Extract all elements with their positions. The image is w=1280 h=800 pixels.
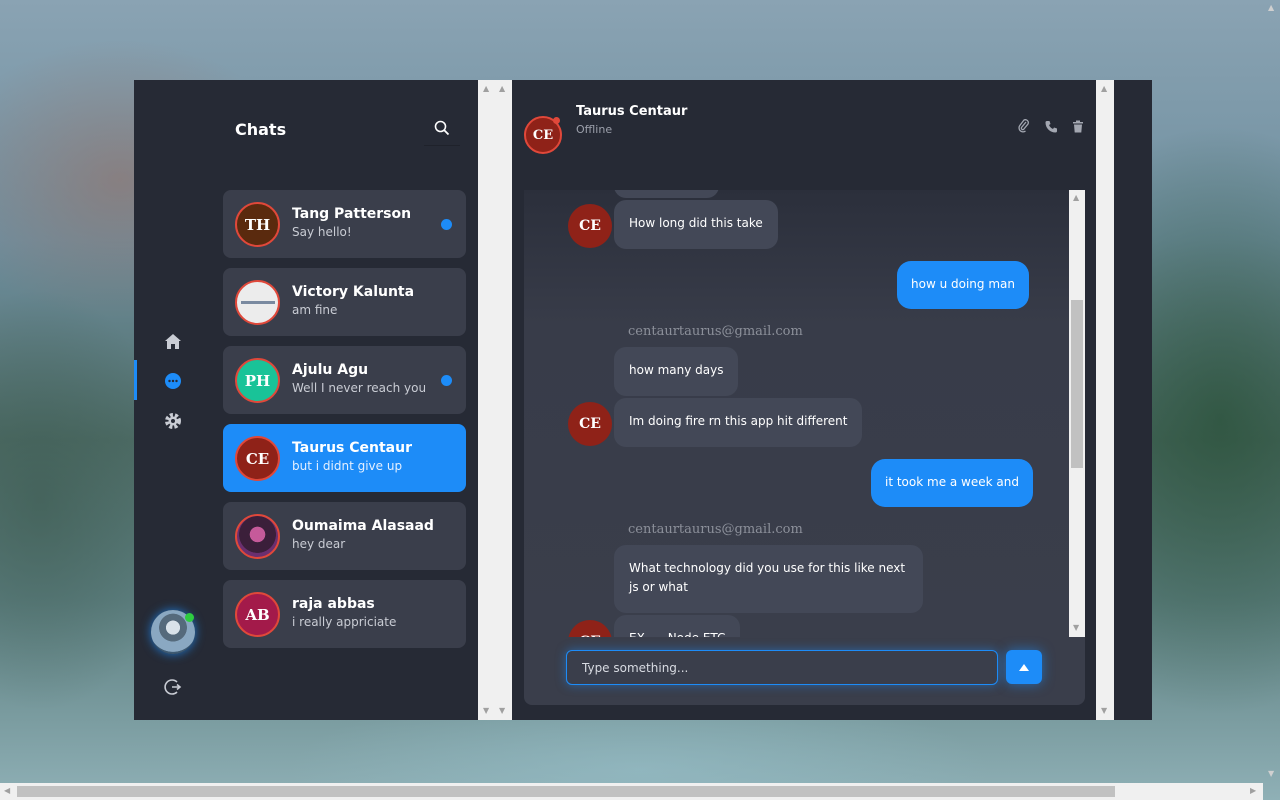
message-sender: centaurtaurus@gmail.com <box>628 522 803 537</box>
send-icon <box>1019 663 1029 671</box>
chat-item-preview: but i didnt give up <box>292 459 403 473</box>
nav-rail <box>134 80 212 720</box>
chat-item-name: Ajulu Agu <box>292 362 369 378</box>
message-bubble-partial <box>614 190 719 198</box>
chat-item-preview: am fine <box>292 303 338 317</box>
chat-item-victory-kalunta[interactable]: Victory Kalunta am fine <box>223 268 466 336</box>
chat-item-preview: hey dear <box>292 537 346 551</box>
message-bubble-incoming: EX..... Node ETC <box>614 615 741 637</box>
messages-scrollbar-thumb[interactable] <box>1071 300 1083 468</box>
message-bubble-outgoing: it took me a week and <box>871 459 1033 507</box>
chat-item-name: Taurus Centaur <box>292 440 412 456</box>
header-actions <box>1016 118 1086 134</box>
message-bubble-incoming: What technology did you use for this lik… <box>614 545 923 613</box>
avatar <box>235 280 280 325</box>
message-input[interactable] <box>566 650 998 685</box>
chat-item-name: Oumaima Alasaad <box>292 518 434 534</box>
online-status-dot <box>185 613 194 622</box>
logout-icon[interactable] <box>162 676 184 698</box>
chat-item-oumaima-alasaad[interactable]: Oumaima Alasaad hey dear <box>223 502 466 570</box>
chat-item-name: Victory Kalunta <box>292 284 415 300</box>
message-bubble-outgoing: how u doing man <box>897 261 1029 309</box>
message-bubble-incoming: how many days <box>614 347 739 396</box>
status-dot <box>553 117 560 124</box>
unread-dot <box>441 375 452 386</box>
nav-active-indicator <box>134 360 137 400</box>
chat-icon[interactable] <box>162 370 184 392</box>
chats-title: Chats <box>235 120 287 139</box>
chat-item-raja-abbas[interactable]: AB raja abbas i really appriciate <box>223 580 466 648</box>
unread-dot <box>441 219 452 230</box>
avatar: AB <box>235 592 280 637</box>
avatar: PH <box>235 358 280 403</box>
message-bubble-incoming: How long did this take <box>614 200 778 249</box>
messages-scrollbar[interactable]: ▲ ▼ <box>1069 190 1085 637</box>
paperclip-icon[interactable] <box>1016 118 1032 134</box>
home-icon[interactable] <box>162 330 184 352</box>
search-icon <box>434 120 450 135</box>
chats-scrollbar[interactable]: ▲ ▲ ▼ ▼ <box>478 80 512 720</box>
search-button[interactable] <box>424 110 460 146</box>
message-avatar: CE <box>568 402 612 446</box>
message-list[interactable]: CE How long did this take how u doing ma… <box>524 190 1069 637</box>
chat-item-preview: i really appriciate <box>292 615 397 629</box>
page-horizontal-scrollbar[interactable]: ◀ ▶ <box>0 783 1263 800</box>
message-bubble-incoming: Im doing fire rn this app hit different <box>614 398 863 447</box>
chat-item-preview: Say hello! <box>292 225 352 239</box>
chat-item-taurus-centaur[interactable]: CE Taurus Centaur but i didnt give up <box>223 424 466 492</box>
chat-item-preview: Well I never reach you <box>292 381 427 395</box>
gear-icon[interactable] <box>162 410 184 432</box>
trash-icon[interactable] <box>1070 118 1086 134</box>
contact-name: Taurus Centaur <box>576 104 688 119</box>
chat-item-name: raja abbas <box>292 596 375 612</box>
avatar: TH <box>235 202 280 247</box>
contact-status: Offline <box>576 123 613 136</box>
send-button[interactable] <box>1006 650 1042 684</box>
page-vertical-scrollbar[interactable]: ▲ ▼ <box>1263 0 1280 800</box>
message-avatar: CE <box>568 620 612 637</box>
main-scrollbar[interactable]: ▲ ▼ <box>1096 80 1114 720</box>
chat-item-ajulu-agu[interactable]: PH Ajulu Agu Well I never reach you <box>223 346 466 414</box>
message-avatar: CE <box>568 204 612 248</box>
chat-app-window: Chats TH Tang Patterson Say hello! Victo… <box>134 80 1152 720</box>
avatar: CE <box>235 436 280 481</box>
message-sender: centaurtaurus@gmail.com <box>628 324 803 339</box>
chat-item-tang-patterson[interactable]: TH Tang Patterson Say hello! <box>223 190 466 258</box>
horizontal-scrollbar-thumb[interactable] <box>17 786 1115 797</box>
phone-icon[interactable] <box>1043 118 1059 134</box>
avatar <box>235 514 280 559</box>
chat-item-name: Tang Patterson <box>292 206 412 222</box>
